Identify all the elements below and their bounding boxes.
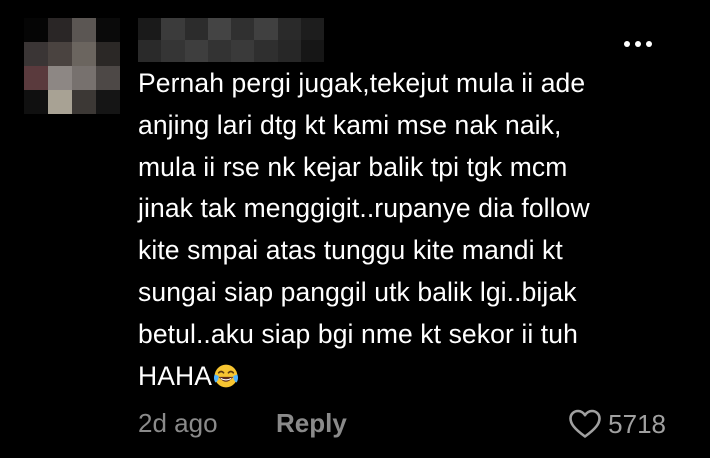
more-horizontal-icon [624, 41, 630, 47]
reply-button[interactable]: Reply [276, 408, 347, 439]
comment-line: jinak tak menggigit..rupanye dia follow [138, 193, 590, 224]
more-options-button[interactable] [612, 30, 664, 58]
like-count: 5718 [608, 408, 666, 439]
comment-line: kite smpai atas tunggu kite mandi kt [138, 235, 563, 266]
comment-footer: 2d ago Reply 5718 [138, 404, 666, 444]
username-blurred[interactable] [138, 18, 324, 62]
comment-line: mula ii rse nk kejar balik tpi tgk mcm [138, 151, 568, 182]
comment-line-last: HAHA [138, 356, 668, 398]
face-with-tears-of-joy-emoji [214, 364, 239, 387]
like-button[interactable]: 5718 [568, 404, 666, 444]
comment-line: Pernah pergi jugak,tekejut mula ii ade [138, 68, 586, 98]
comment-line: sungai siap panggil utk balik lgi..bijak [138, 276, 577, 307]
comment-line: anjing lari dtg kt kami mse nak naik, [138, 109, 562, 140]
comment-text: Pernah pergi jugak,tekejut mula ii ade a… [138, 63, 668, 397]
avatar[interactable] [24, 18, 120, 114]
heart-outline-icon [569, 409, 601, 438]
comment-line: HAHA [138, 360, 213, 391]
timestamp: 2d ago [138, 408, 218, 438]
comment-line: betul..aku siap bgi nme kt sekor ii tuh [138, 318, 578, 349]
